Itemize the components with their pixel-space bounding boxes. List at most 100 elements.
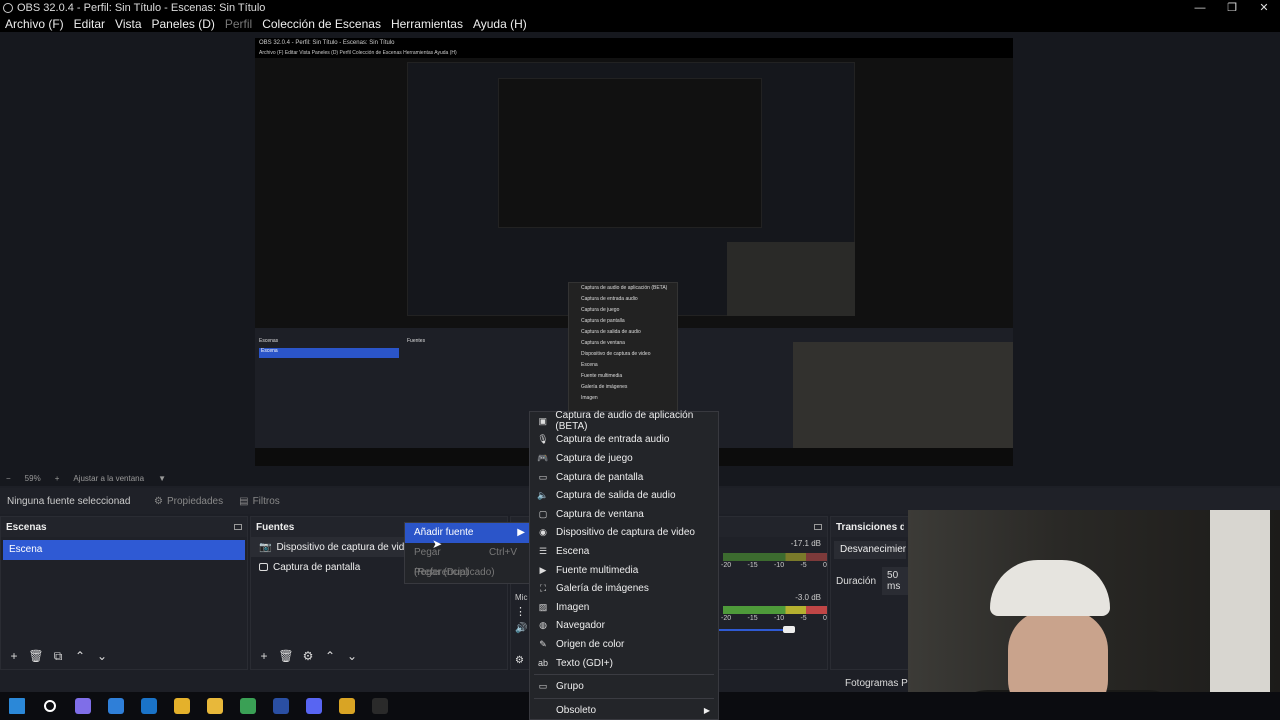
add-source-option[interactable]: ▶ Fuente multimedia bbox=[530, 561, 718, 580]
menu-vista[interactable]: Vista bbox=[110, 17, 146, 31]
zoom-in-button[interactable]: + bbox=[55, 474, 60, 483]
add-source-button[interactable]: + bbox=[255, 649, 273, 663]
add-source-menu-item[interactable]: Añadir fuente ▶ bbox=[405, 523, 531, 543]
menu-herramientas[interactable]: Herramientas bbox=[386, 17, 468, 31]
add-source-option-label: Escena bbox=[556, 545, 590, 557]
add-source-option[interactable]: ab Texto (GDI+) bbox=[530, 654, 718, 673]
copilot-icon[interactable] bbox=[66, 692, 99, 720]
maximize-button[interactable]: ❐ bbox=[1216, 0, 1248, 16]
add-source-option[interactable]: ▭ Captura de pantalla bbox=[530, 468, 718, 487]
duration-input[interactable]: 50 ms bbox=[882, 567, 909, 595]
obs-icon[interactable] bbox=[363, 692, 396, 720]
scenes-panel: Escenas Escena + 🗑 ⧉ ⌃ ⌄ bbox=[0, 516, 248, 670]
add-source-option[interactable]: ▣ Captura de audio de aplicación (BETA) bbox=[530, 410, 718, 432]
paste-duplicate-menu-item: Pegar (Duplicado) bbox=[405, 563, 531, 583]
add-source-option[interactable]: 🔈 Captura de salida de audio bbox=[530, 486, 718, 505]
tick-label: 0 bbox=[823, 562, 827, 569]
discord-icon[interactable] bbox=[297, 692, 330, 720]
close-button[interactable]: ✕ bbox=[1248, 0, 1280, 16]
add-source-option[interactable]: ◍ Navegador bbox=[530, 617, 718, 636]
chrome-profile-icon[interactable] bbox=[231, 692, 264, 720]
search-icon[interactable] bbox=[33, 692, 66, 720]
nested-scenes-header: Escenas bbox=[259, 338, 279, 344]
nested-menu-item: Captura de pantalla bbox=[581, 318, 625, 324]
meter-ticks: -20 -15 -10 -5 0 bbox=[721, 562, 827, 569]
remove-source-button[interactable]: 🗑 bbox=[277, 649, 295, 663]
add-source-option[interactable]: ◉ Dispositivo de captura de video bbox=[530, 524, 718, 543]
filters-button[interactable]: ▤ Filtros bbox=[231, 496, 288, 507]
discord-icon-glyph bbox=[305, 698, 322, 714]
transition-select[interactable]: Desvanecimiento bbox=[834, 541, 906, 559]
remove-scene-button[interactable]: 🗑 bbox=[27, 649, 45, 663]
list-icon: ☰ bbox=[538, 545, 548, 556]
play-icon: ▶ bbox=[539, 564, 547, 575]
menu-archivo[interactable]: Archivo (F) bbox=[0, 17, 69, 31]
move-source-up-button[interactable]: ⌃ bbox=[321, 649, 339, 663]
sources-toolbar: + 🗑 ⚙ ⌃ ⌄ bbox=[251, 643, 507, 669]
steam-icon-glyph bbox=[272, 698, 289, 714]
menu-editar[interactable]: Editar bbox=[69, 17, 110, 31]
db-readout: -17.1 dB bbox=[790, 539, 821, 548]
add-source-option[interactable]: ✎ Origen de color bbox=[530, 635, 718, 654]
obs-icon-glyph bbox=[371, 698, 388, 714]
add-source-option-label: Fuente multimedia bbox=[556, 564, 639, 576]
add-source-option[interactable]: ☰ Escena bbox=[530, 542, 718, 561]
undock-icon[interactable] bbox=[814, 524, 822, 530]
volume-slider[interactable] bbox=[719, 626, 795, 633]
properties-button[interactable]: ⚙ Propiedades bbox=[146, 496, 231, 507]
zoom-dropdown-icon[interactable]: ▼ bbox=[158, 474, 166, 483]
mixer-settings-icon[interactable]: ⚙ bbox=[515, 655, 524, 666]
webcam-feed bbox=[908, 510, 1280, 720]
undock-icon[interactable] bbox=[234, 524, 242, 530]
menu-coleccion-escenas[interactable]: Colección de Escenas bbox=[257, 17, 386, 31]
volume-slider-handle[interactable] bbox=[782, 626, 795, 633]
windows-start-icon[interactable] bbox=[0, 692, 33, 720]
submenu-arrow-icon: ▶ bbox=[517, 527, 525, 538]
move-scene-up-button[interactable]: ⌃ bbox=[71, 649, 89, 663]
source-properties-button[interactable]: ⚙ bbox=[299, 649, 317, 663]
add-source-option[interactable]: 🎮 Captura de juego bbox=[530, 449, 718, 468]
chrome-icon[interactable] bbox=[165, 692, 198, 720]
add-source-option-label: Navegador bbox=[556, 620, 605, 632]
move-source-down-button[interactable]: ⌄ bbox=[343, 649, 361, 663]
move-scene-down-button[interactable]: ⌄ bbox=[93, 649, 111, 663]
filter-icon: ▤ bbox=[239, 495, 249, 507]
gamepad-icon: 🎮 bbox=[537, 452, 549, 463]
frames-label: Fotogramas Per bbox=[845, 678, 917, 689]
speaker-icon[interactable]: 🔊 bbox=[515, 623, 527, 634]
outlook-icon[interactable] bbox=[132, 692, 165, 720]
filters-label: Filtros bbox=[252, 495, 280, 507]
file-explorer-icon[interactable] bbox=[198, 692, 231, 720]
add-scene-button[interactable]: + bbox=[5, 649, 23, 663]
winamp-icon[interactable] bbox=[330, 692, 363, 720]
obsolete-submenu-item[interactable]: Obsoleto ▶ bbox=[530, 701, 718, 720]
group-label: Grupo bbox=[556, 681, 584, 693]
menu-paneles[interactable]: Paneles (D) bbox=[147, 17, 220, 31]
add-source-option-label: Galería de imágenes bbox=[556, 583, 649, 595]
add-group-option[interactable]: ▭ Grupo bbox=[530, 677, 718, 696]
steam-icon[interactable] bbox=[264, 692, 297, 720]
add-source-option[interactable]: ⛶ Galería de imágenes bbox=[530, 579, 718, 598]
blank-icon bbox=[538, 705, 548, 715]
scene-filters-button[interactable]: ⧉ bbox=[49, 649, 67, 664]
add-source-option[interactable]: ▢ Captura de ventana bbox=[530, 505, 718, 524]
add-source-option[interactable]: ▨ Imagen bbox=[530, 598, 718, 617]
menu-ayuda[interactable]: Ayuda (H) bbox=[468, 17, 532, 31]
properties-label: Propiedades bbox=[166, 495, 224, 507]
scene-item[interactable]: Escena bbox=[3, 540, 245, 560]
add-source-option[interactable]: 🎙 Captura de entrada audio bbox=[530, 431, 718, 450]
store-icon[interactable] bbox=[99, 692, 132, 720]
preview-canvas[interactable]: OBS 32.0.4 - Perfil: Sin Título - Escena… bbox=[255, 38, 1013, 466]
zoom-out-button[interactable]: − bbox=[6, 474, 11, 483]
nested-menu-item: Escena bbox=[581, 362, 598, 368]
nested-menu-item: Captura de audio de aplicación (BETA) bbox=[581, 285, 668, 291]
nested-menu-item: Captura de entrada audio bbox=[581, 296, 638, 302]
minimize-button[interactable]: — bbox=[1184, 0, 1216, 16]
menu-bar: Archivo (F) Editar Vista Paneles (D) Per… bbox=[0, 16, 1280, 32]
mixer-menu-icon[interactable]: ⋮ bbox=[515, 605, 526, 618]
mic-label: Mic bbox=[515, 593, 528, 602]
fit-window-label[interactable]: Ajustar a la ventana bbox=[73, 474, 144, 483]
tick-label: -15 bbox=[747, 615, 758, 622]
tick-label: -20 bbox=[721, 562, 732, 569]
tick-label: -10 bbox=[773, 562, 785, 569]
